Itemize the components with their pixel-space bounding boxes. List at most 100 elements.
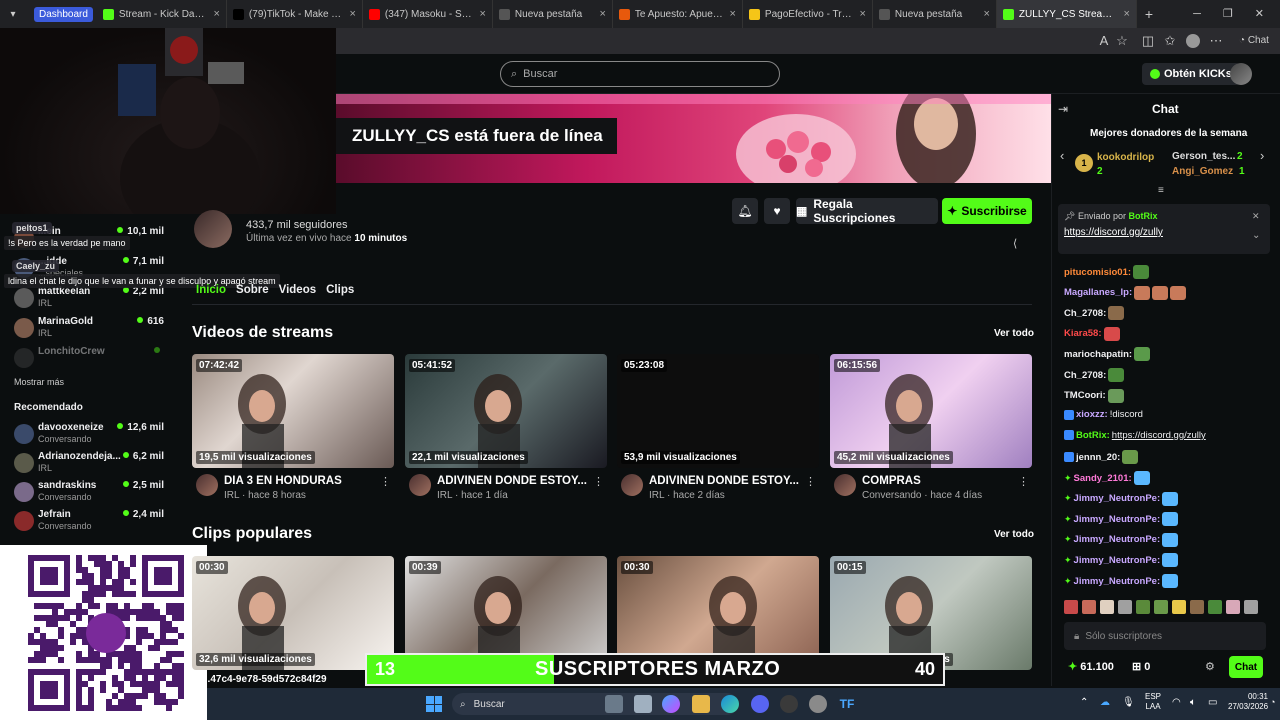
sidebar-channel[interactable]: davooxeneize Conversando 12,6 mil bbox=[14, 422, 164, 448]
chat-username[interactable]: Ch_2708: bbox=[1064, 370, 1106, 381]
follow-heart-button[interactable]: ♥ bbox=[764, 198, 790, 224]
thumbnail[interactable]: 07:42:42 19,5 mil visualizaciones bbox=[192, 354, 394, 468]
tab-close-icon[interactable]: × bbox=[1123, 8, 1129, 20]
chat-username[interactable]: TMCoori: bbox=[1064, 390, 1106, 401]
widgets-icon[interactable] bbox=[634, 695, 652, 713]
video-title[interactable]: COMPRAS bbox=[862, 475, 1012, 487]
chat-send-button[interactable]: Chat bbox=[1229, 656, 1263, 678]
channel-avatar[interactable] bbox=[196, 474, 218, 496]
chat-text[interactable]: https://discord.gg/zully bbox=[1112, 430, 1206, 441]
chat-username[interactable]: Jimmy_NeutronPe: bbox=[1074, 534, 1161, 545]
tab-close-icon[interactable]: × bbox=[729, 8, 735, 20]
discord-icon[interactable] bbox=[751, 695, 769, 713]
emote-bar[interactable] bbox=[1064, 600, 1264, 616]
browser-tab[interactable]: PagoEfectivo - Transaccio × bbox=[743, 0, 873, 28]
chat-username[interactable]: xioxzz: bbox=[1076, 409, 1108, 420]
channel-avatar[interactable] bbox=[621, 474, 643, 496]
thumbnail[interactable]: 06:15:56 45,2 mil visualizaciones bbox=[830, 354, 1032, 468]
tab-menu-icon[interactable]: ▾ bbox=[0, 0, 26, 28]
tab-close-icon[interactable]: × bbox=[983, 8, 989, 20]
sidebar-channel[interactable]: Adrianozendeja... IRL 6,2 mil bbox=[14, 451, 164, 477]
tab-videos[interactable]: Videos bbox=[279, 284, 317, 296]
emote-icon[interactable] bbox=[1172, 600, 1186, 614]
channel-avatar[interactable] bbox=[409, 474, 431, 496]
emote-icon[interactable] bbox=[1100, 600, 1114, 614]
mic-icon[interactable]: 🎙︎ bbox=[1122, 697, 1135, 708]
browser-tab[interactable]: Te Apuesto: Apuestas dep × bbox=[613, 0, 743, 28]
pinned-expand-icon[interactable]: ⌄ bbox=[1252, 230, 1260, 241]
more-options-icon[interactable]: ⋮ bbox=[380, 475, 391, 488]
tiktok-live-studio-icon[interactable]: TF bbox=[838, 695, 856, 713]
chat-username[interactable]: jennn_20: bbox=[1076, 452, 1120, 463]
donor-name[interactable]: kookodrilop bbox=[1097, 152, 1154, 163]
collapse-chat-icon[interactable]: ⇥ bbox=[1058, 102, 1068, 116]
thumbnail[interactable]: 05:23:08 53,9 mil visualizaciones bbox=[617, 354, 819, 468]
emote-icon[interactable] bbox=[1208, 600, 1222, 614]
pinned-link[interactable]: https://discord.gg/zully bbox=[1064, 227, 1163, 238]
donors-expand-icon[interactable]: ≡ bbox=[1158, 185, 1164, 196]
copilot-icon[interactable] bbox=[662, 695, 680, 713]
wifi-icon[interactable]: ◠ bbox=[1172, 697, 1181, 708]
sidebar-channel[interactable]: MarinaGold IRL 616 bbox=[14, 316, 164, 342]
copilot-chat-button[interactable]: ◔ Chat bbox=[1234, 33, 1274, 49]
browser-tab[interactable]: (79)TikTok - Make Your Da × bbox=[227, 0, 363, 28]
emote-icon[interactable] bbox=[1154, 600, 1168, 614]
chat-username[interactable]: Ch_2708: bbox=[1064, 308, 1106, 319]
read-aloud-icon[interactable]: A bbox=[1096, 33, 1112, 49]
videos-see-all-link[interactable]: Ver todo bbox=[994, 328, 1034, 339]
chat-username[interactable]: Jimmy_NeutronPe: bbox=[1074, 555, 1161, 566]
channel-avatar[interactable] bbox=[194, 210, 232, 248]
emote-icon[interactable] bbox=[1118, 600, 1132, 614]
chat-input[interactable]: 🔒︎ Sólo suscriptores bbox=[1064, 622, 1266, 650]
gift-subs-button[interactable]: ▦ Regala Suscripciones bbox=[796, 197, 938, 225]
profile-avatar-icon[interactable] bbox=[1186, 34, 1200, 48]
video-title[interactable]: DIA 3 EN HONDURAS bbox=[224, 475, 374, 487]
app-icon[interactable] bbox=[809, 695, 827, 713]
channel-points[interactable]: ✦ 61.100 bbox=[1068, 660, 1114, 673]
unpin-icon[interactable]: ✕ bbox=[1252, 211, 1260, 222]
tab-clips[interactable]: Clips bbox=[326, 284, 354, 296]
donor-name[interactable]: Gerson_tes... bbox=[1172, 151, 1235, 162]
sidebar-channel[interactable]: LonchitoCrew bbox=[14, 346, 164, 372]
chat-username[interactable]: Jimmy_NeutronPe: bbox=[1074, 576, 1161, 587]
new-tab-button[interactable]: + bbox=[1137, 6, 1161, 22]
clips-see-all-link[interactable]: Ver todo bbox=[994, 529, 1034, 540]
chat-username[interactable]: Jimmy_NeutronPe: bbox=[1074, 493, 1161, 504]
emote-icon[interactable] bbox=[1064, 600, 1078, 614]
chat-settings-icon[interactable]: ⚙ bbox=[1205, 660, 1215, 673]
more-options-icon[interactable]: ⋮ bbox=[805, 475, 816, 488]
sidebar-channel[interactable]: Jefrain Conversando 2,4 mil bbox=[14, 509, 164, 535]
split-screen-icon[interactable]: ◫ bbox=[1140, 33, 1156, 49]
chat-username[interactable]: Jimmy_NeutronPe: bbox=[1074, 514, 1161, 525]
video-title[interactable]: ADIVINEN DONDE ESTOY... bbox=[649, 475, 799, 487]
more-menu-icon[interactable]: ⋯ bbox=[1208, 33, 1224, 49]
onedrive-icon[interactable]: ☁ bbox=[1100, 697, 1110, 708]
emote-icon[interactable] bbox=[1226, 600, 1240, 614]
chat-username[interactable]: BotRix: bbox=[1076, 430, 1110, 441]
get-kicks-button[interactable]: Obtén KICKs bbox=[1142, 63, 1240, 85]
emote-icon[interactable] bbox=[1082, 600, 1096, 614]
donor-name[interactable]: Angi_Gomez bbox=[1172, 166, 1233, 177]
browser-tab[interactable]: Stream - Kick Dashboard × bbox=[97, 0, 227, 28]
browser-tab[interactable]: ZULLYY_CS Stream - Watc × bbox=[996, 0, 1137, 28]
input-language[interactable]: ESP LAA bbox=[1145, 692, 1161, 712]
sidebar-channel[interactable]: mattkeelan IRL 2,2 mil bbox=[14, 286, 164, 312]
more-options-icon[interactable]: ⋮ bbox=[593, 475, 604, 488]
volume-icon[interactable]: 🔈︎ bbox=[1190, 697, 1196, 708]
thumbnail[interactable]: 05:41:52 22,1 mil visualizaciones bbox=[405, 354, 607, 468]
clip-title[interactable]: ...47c4-9e78-59d572c84f29 bbox=[202, 674, 387, 685]
tab-close-icon[interactable]: × bbox=[859, 8, 865, 20]
tab-sobre[interactable]: Sobre bbox=[236, 284, 269, 296]
chat-username[interactable]: Kiara58: bbox=[1064, 328, 1102, 339]
windows-start-icon[interactable] bbox=[426, 696, 442, 712]
search-input[interactable]: ⌕ Buscar bbox=[500, 61, 780, 87]
user-avatar[interactable] bbox=[1230, 63, 1252, 85]
tab-close-icon[interactable]: × bbox=[599, 8, 605, 20]
task-view-icon[interactable] bbox=[605, 695, 623, 713]
show-more-link[interactable]: Mostrar más bbox=[14, 377, 64, 387]
video-card[interactable]: 07:42:42 19,5 mil visualizaciones DIA 3 EN… bbox=[192, 354, 394, 501]
chat-username[interactable]: Magallanes_lp: bbox=[1064, 287, 1132, 298]
subscribe-button[interactable]: ✦ Suscribirse bbox=[942, 198, 1032, 224]
tab-close-icon[interactable]: × bbox=[349, 8, 355, 20]
edge-icon[interactable] bbox=[721, 695, 739, 713]
